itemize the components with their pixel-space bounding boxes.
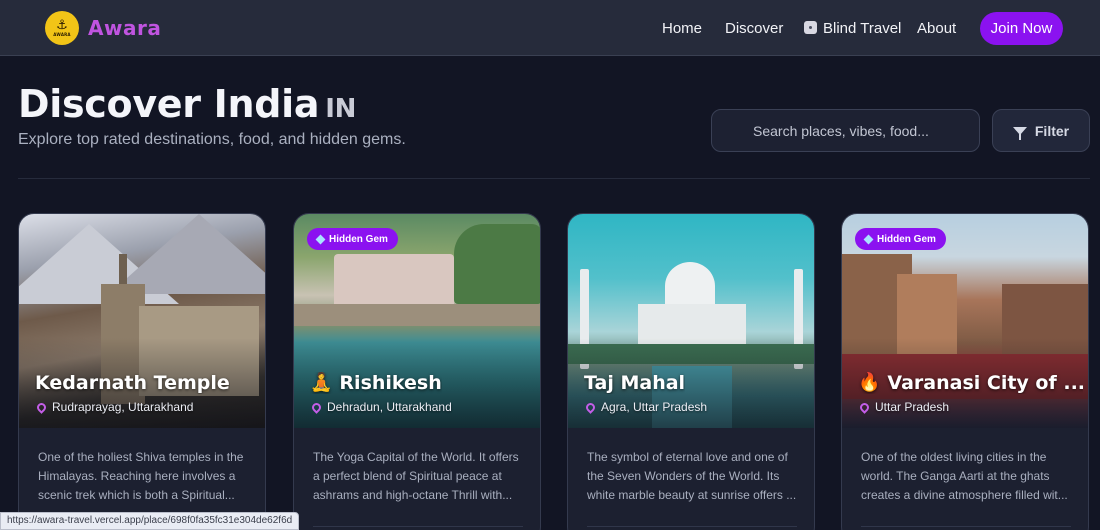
- card-location: Dehradun, Uttarakhand: [310, 400, 452, 414]
- page-subtitle: Explore top rated destinations, food, an…: [18, 131, 406, 148]
- card-title: 🧘 Rishikesh: [310, 372, 442, 394]
- destination-card[interactable]: Taj Mahal Agra, Uttar Pradesh The symbol…: [567, 213, 815, 530]
- nav-link-discover[interactable]: Discover: [725, 20, 783, 37]
- card-description: One of the holiest Shiva temples in the …: [38, 450, 244, 502]
- destination-card[interactable]: Hidden Gem 🧘 Rishikesh Dehradun, Uttarakh…: [293, 213, 541, 530]
- hidden-gem-badge: Hidden Gem: [307, 228, 398, 250]
- filter-label: Filter: [1034, 122, 1070, 139]
- top-navbar: ⚓ AWARA Awara Home Discover Blind Travel…: [0, 0, 1100, 56]
- card-location: Agra, Uttar Pradesh: [584, 400, 707, 414]
- card-image: [19, 214, 265, 428]
- dice-icon: [804, 21, 817, 34]
- destination-card[interactable]: Kedarnath Temple Rudraprayag, Uttarakhan…: [18, 213, 266, 530]
- logo-text: AWARA: [53, 32, 71, 37]
- nav-link-about[interactable]: About: [917, 20, 956, 37]
- nav-link-blind-travel-label: Blind Travel: [823, 20, 902, 37]
- fire-icon: 🔥: [858, 372, 881, 393]
- destination-card[interactable]: Hidden Gem 🔥 Varanasi City of ... Uttar P…: [841, 213, 1089, 530]
- nav-link-home[interactable]: Home: [662, 20, 702, 37]
- status-bar-url: https://awara-travel.vercel.app/place/69…: [0, 512, 300, 530]
- filter-button[interactable]: Filter: [992, 109, 1090, 152]
- card-title: Taj Mahal: [584, 372, 686, 394]
- yoga-icon: 🧘: [310, 372, 333, 393]
- join-now-button[interactable]: Join Now: [980, 12, 1063, 45]
- nav-link-blind-travel[interactable]: Blind Travel: [804, 20, 901, 37]
- location-pin-icon: [858, 400, 871, 414]
- card-location: Rudraprayag, Uttarakhand: [35, 400, 193, 414]
- flag-label: IN: [325, 94, 357, 124]
- search-input[interactable]: [711, 109, 980, 152]
- page-title: Discover India IN: [18, 82, 356, 126]
- card-description: One of the oldest living cities in the w…: [861, 450, 1068, 502]
- card-image: [568, 214, 814, 428]
- gem-icon: [863, 234, 874, 244]
- card-title: 🔥 Varanasi City of ...: [858, 372, 1083, 394]
- gem-icon: [315, 234, 326, 244]
- brand-name[interactable]: Awara: [88, 16, 161, 40]
- card-description: The Yoga Capital of the World. It offers…: [313, 450, 519, 502]
- location-pin-icon: [35, 400, 48, 414]
- header-divider: [18, 178, 1090, 179]
- location-pin-icon: [310, 400, 323, 414]
- logo-icon[interactable]: ⚓ AWARA: [45, 11, 79, 45]
- card-description: The symbol of eternal love and one of th…: [587, 450, 797, 502]
- page-title-text: Discover India: [18, 82, 320, 126]
- location-pin-icon: [584, 400, 597, 414]
- hidden-gem-badge: Hidden Gem: [855, 228, 946, 250]
- card-location: Uttar Pradesh: [858, 400, 949, 414]
- card-title: Kedarnath Temple: [35, 372, 230, 394]
- filter-icon: [1012, 126, 1027, 140]
